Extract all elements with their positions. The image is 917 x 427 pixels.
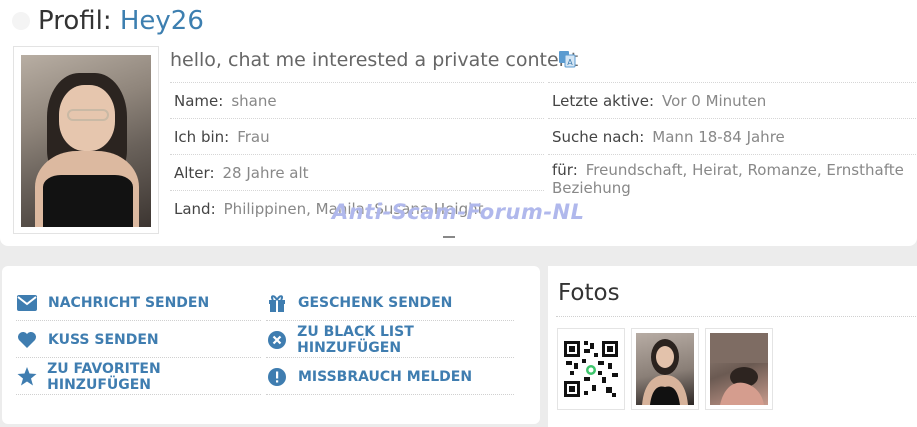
- age-label: Alter:: [174, 164, 215, 182]
- last-active-value: Vor 0 Minuten: [662, 92, 767, 110]
- translate-icon[interactable]: A: [558, 50, 576, 68]
- star-icon: [17, 367, 37, 386]
- profile-nickname: Hey26: [119, 6, 204, 36]
- looking-for-value: Mann 18-84 Jahre: [652, 128, 785, 146]
- report-abuse-button[interactable]: MISSBRAUCH MELDEN: [266, 359, 514, 395]
- gender-label: Ich bin:: [174, 128, 230, 146]
- photos-divider: [556, 316, 916, 317]
- add-blacklist-button[interactable]: ZU BLACK LIST HINZUFÜGEN: [266, 322, 514, 358]
- send-gift-label: GESCHENK SENDEN: [298, 294, 453, 311]
- info-row-age: Alter: 28 Jahre alt: [170, 154, 544, 190]
- profile-photo-image: [21, 55, 151, 227]
- envelope-icon: [17, 294, 37, 311]
- profile-card: Profil: Hey26 hello, chat me interested …: [0, 0, 917, 246]
- gift-icon: [269, 294, 285, 312]
- send-kiss-button[interactable]: KUSS SENDEN: [16, 322, 261, 358]
- page-title: Profil: Hey26: [38, 6, 204, 36]
- add-favorite-label: ZU FAVORITEN HINZUFÜGEN: [47, 360, 161, 393]
- info-row-gender: Ich bin: Frau: [170, 118, 544, 154]
- actions-panel: NACHRICHT SENDEN KUSS SENDEN ZU FAVORITE…: [2, 266, 540, 424]
- looking-for-label: Suche nach:: [552, 128, 645, 146]
- gender-value: Frau: [237, 128, 270, 146]
- age-value: 28 Jahre alt: [222, 164, 309, 182]
- photos-title: Fotos: [558, 280, 620, 306]
- name-label: Name:: [174, 92, 224, 110]
- online-indicator: [12, 12, 30, 30]
- photo-image-2: [636, 333, 694, 405]
- svg-text:A: A: [567, 58, 573, 67]
- photo-thumbnail-qr[interactable]: [557, 328, 625, 410]
- send-message-button[interactable]: NACHRICHT SENDEN: [16, 285, 261, 321]
- divider: [443, 236, 455, 238]
- report-abuse-label: MISSBRAUCH MELDEN: [298, 368, 473, 385]
- add-favorite-button[interactable]: ZU FAVORITEN HINZUFÜGEN: [16, 359, 261, 395]
- title-prefix: Profil:: [38, 6, 112, 36]
- send-message-label: NACHRICHT SENDEN: [48, 294, 210, 311]
- purpose-label: für:: [552, 161, 578, 179]
- send-kiss-label: KUSS SENDEN: [48, 331, 159, 348]
- info-row-last-active: Letzte aktive: Vor 0 Minuten: [548, 82, 916, 118]
- photo-thumbnail-2[interactable]: [631, 328, 699, 410]
- heart-icon: [18, 331, 36, 348]
- x-circle-icon: [267, 330, 286, 349]
- exclamation-circle-icon: [268, 367, 286, 386]
- info-row-looking-for: Suche nach: Mann 18-84 Jahre: [548, 118, 916, 154]
- name-value: shane: [231, 92, 277, 110]
- info-row-purpose: für: Freundschaft, Heirat, Romanze, Ernst…: [548, 154, 916, 200]
- last-active-label: Letzte aktive:: [552, 92, 655, 110]
- profile-photo[interactable]: [13, 46, 159, 234]
- watermark: Anti-Scam-Forum-NL: [332, 200, 585, 224]
- photos-panel: Fotos: [548, 266, 917, 427]
- send-gift-button[interactable]: GESCHENK SENDEN: [266, 285, 514, 321]
- photo-thumbnail-3[interactable]: [705, 328, 773, 410]
- status-message: hello, chat me interested a private cont…: [170, 49, 579, 71]
- info-row-name: Name: shane: [170, 82, 544, 118]
- photo-image-3: [710, 333, 768, 405]
- purpose-value: Freundschaft, Heirat, Romanze, Ernsthaft…: [552, 161, 904, 197]
- add-blacklist-label: ZU BLACK LIST HINZUFÜGEN: [297, 323, 414, 356]
- qr-code-image: [562, 333, 620, 405]
- country-label: Land:: [174, 200, 216, 218]
